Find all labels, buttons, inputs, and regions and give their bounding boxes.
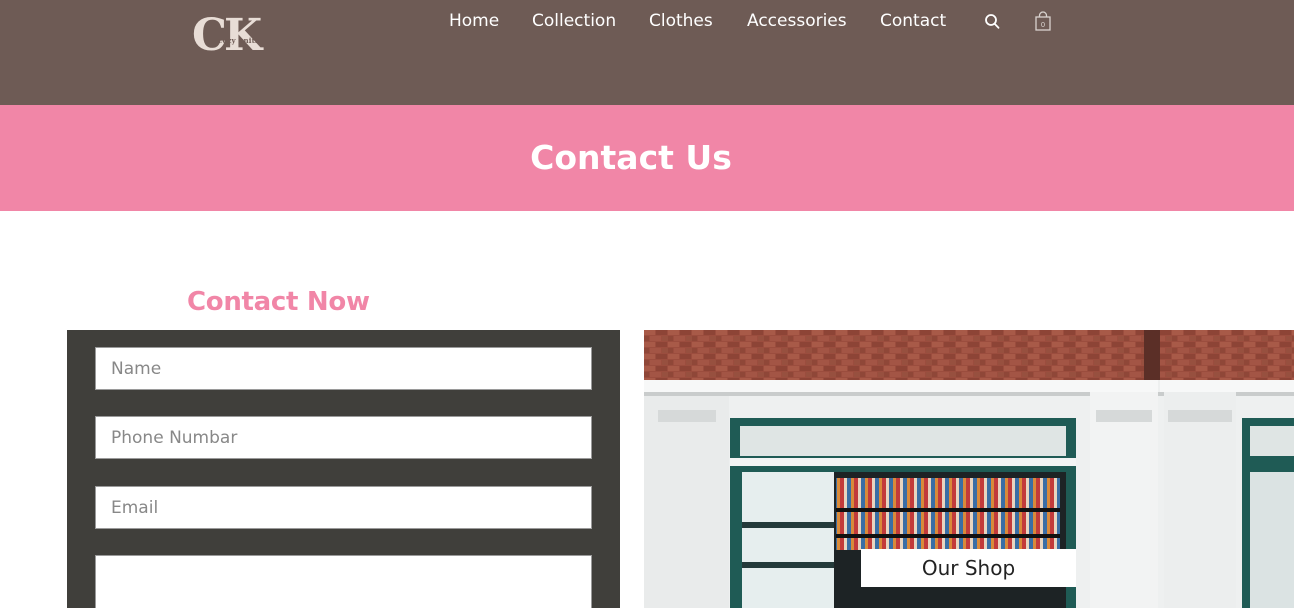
page-banner: Contact Us [0, 105, 1294, 211]
nav-clothes[interactable]: Clothes [649, 9, 713, 33]
page-title: Contact Us [530, 138, 732, 177]
shopping-bag-icon[interactable]: 0 [1034, 11, 1052, 31]
logo[interactable]: CK cozy knits [192, 10, 282, 62]
contact-form [67, 330, 620, 608]
email-field[interactable] [95, 486, 592, 529]
name-field[interactable] [95, 347, 592, 390]
shop-caption: Our Shop [861, 549, 1076, 587]
cart-count: 0 [1041, 21, 1045, 29]
search-icon[interactable] [984, 12, 1002, 32]
phone-field[interactable] [95, 416, 592, 459]
site-header: CK cozy knits Home Collection Clothes Ac… [0, 0, 1294, 105]
nav-collection[interactable]: Collection [532, 9, 616, 33]
nav-home[interactable]: Home [449, 9, 499, 33]
nav-contact[interactable]: Contact [880, 9, 946, 33]
nav-accessories[interactable]: Accessories [747, 9, 847, 33]
message-field[interactable] [95, 555, 592, 608]
contact-heading: Contact Now [187, 287, 370, 317]
logo-tagline: cozy knits [218, 36, 260, 45]
